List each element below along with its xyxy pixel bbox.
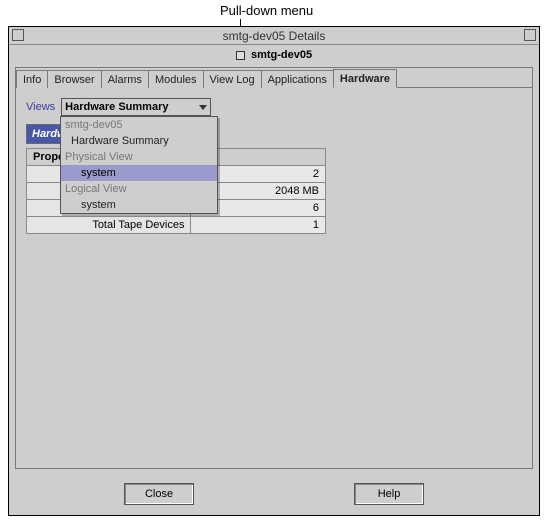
tab-bar: Info Browser Alarms Modules View Log App… bbox=[16, 68, 532, 88]
window-titlebar: smtg-dev05 Details bbox=[9, 27, 539, 45]
views-label: Views bbox=[26, 101, 55, 113]
views-combobox[interactable]: Hardware Summary bbox=[61, 98, 211, 116]
tab-applications[interactable]: Applications bbox=[261, 70, 334, 88]
dropdown-item-hw-summary[interactable]: Hardware Summary bbox=[61, 133, 217, 149]
host-name: smtg-dev05 bbox=[251, 49, 312, 61]
cell-label: Total Tape Devices bbox=[27, 217, 191, 234]
table-row: Total Tape Devices 1 bbox=[27, 217, 326, 234]
details-window: smtg-dev05 Details smtg-dev05 Info Brows… bbox=[8, 26, 540, 516]
button-row: Close Help bbox=[9, 483, 539, 505]
cell-value: 1 bbox=[191, 217, 326, 234]
inner-panel: Info Browser Alarms Modules View Log App… bbox=[15, 67, 533, 469]
annotation-label: Pull-down menu bbox=[220, 3, 313, 18]
window-max-icon[interactable] bbox=[524, 29, 536, 41]
views-row: Views Hardware Summary bbox=[26, 98, 522, 116]
tab-modules[interactable]: Modules bbox=[148, 70, 204, 88]
views-selected: Hardware Summary bbox=[65, 101, 168, 113]
dropdown-group-host: smtg-dev05 bbox=[61, 117, 217, 133]
chevron-down-icon bbox=[199, 105, 207, 110]
tab-viewlog[interactable]: View Log bbox=[203, 70, 262, 88]
window-min-icon[interactable] bbox=[12, 29, 24, 41]
dropdown-item-logical-system[interactable]: system bbox=[61, 197, 217, 213]
dropdown-group-logical: Logical View bbox=[61, 181, 217, 197]
tab-alarms[interactable]: Alarms bbox=[101, 70, 149, 88]
tab-info[interactable]: Info bbox=[16, 70, 48, 88]
tab-content: Views Hardware Summary smtg-dev05 Hardwa… bbox=[16, 88, 532, 244]
dropdown-group-physical: Physical View bbox=[61, 149, 217, 165]
tab-hardware[interactable]: Hardware bbox=[333, 69, 397, 88]
dropdown-item-physical-system[interactable]: system bbox=[61, 165, 217, 181]
help-button[interactable]: Help bbox=[354, 483, 424, 505]
host-row: smtg-dev05 bbox=[9, 45, 539, 65]
host-icon bbox=[236, 51, 245, 60]
tab-browser[interactable]: Browser bbox=[47, 70, 101, 88]
close-button[interactable]: Close bbox=[124, 483, 194, 505]
window-title: smtg-dev05 Details bbox=[223, 29, 326, 43]
views-dropdown[interactable]: smtg-dev05 Hardware Summary Physical Vie… bbox=[60, 116, 218, 214]
